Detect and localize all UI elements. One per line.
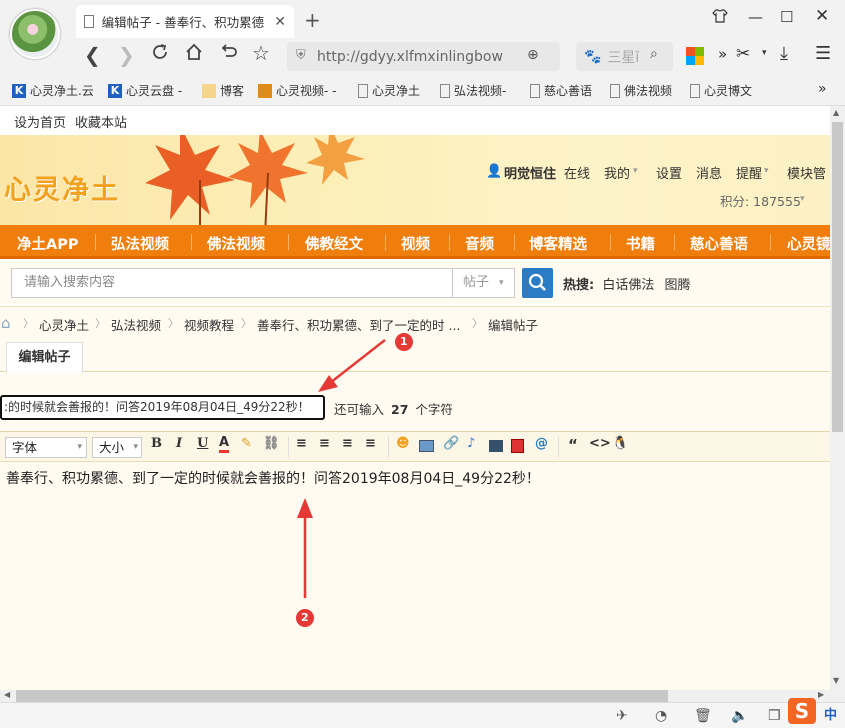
volume-icon[interactable]: 🔈 — [731, 708, 748, 724]
annotation-badge-1: 1 — [400, 335, 408, 348]
scroll-down-icon[interactable]: ▼ — [833, 676, 839, 685]
annotation-arrow-2 — [296, 498, 314, 627]
annotation-arrow-1 — [318, 333, 413, 392]
scroll-right-icon[interactable]: ▶ — [818, 690, 824, 699]
horizontal-scroll-thumb[interactable] — [16, 690, 668, 702]
browser-status-bar — [0, 702, 845, 728]
sogou-ime-icon[interactable]: S — [788, 698, 816, 724]
speed-icon[interactable]: ◔ — [655, 708, 667, 724]
scroll-up-icon[interactable]: ▲ — [833, 108, 839, 117]
annotation-badge-2: 2 — [301, 611, 309, 624]
window-icon[interactable]: ❐ — [768, 708, 781, 724]
trash-icon[interactable]: 🗑 — [694, 708, 712, 724]
rocket-icon[interactable]: ✈ — [616, 708, 628, 724]
vertical-scroll-thumb[interactable] — [832, 122, 843, 432]
annotation-overlay — [296, 333, 413, 627]
ime-mode[interactable]: 中 — [824, 704, 837, 723]
scroll-left-icon[interactable]: ◀ — [4, 690, 10, 699]
